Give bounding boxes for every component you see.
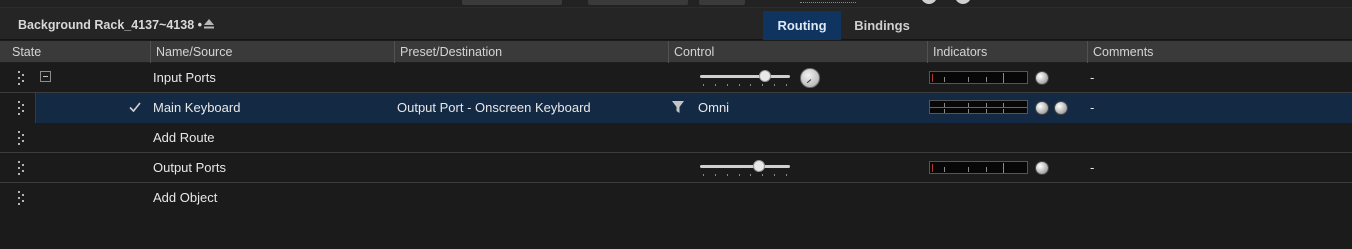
volume-knob[interactable] (800, 68, 820, 88)
drag-handle-icon[interactable] (18, 161, 26, 175)
rack-title: Background Rack_4137~4138 • (18, 18, 202, 32)
row-destination[interactable]: Output Port - Onscreen Keyboard (397, 93, 591, 123)
drag-handle-icon[interactable] (18, 101, 26, 115)
toolbar-button[interactable] (699, 0, 745, 5)
tab-routing[interactable]: Routing (763, 11, 841, 40)
add-route-button[interactable]: Add Route (153, 123, 214, 153)
column-header-control[interactable]: Control (668, 41, 927, 63)
row-control-channel[interactable]: Omni (698, 93, 729, 123)
row-name: Output Ports (153, 160, 226, 175)
row-comment[interactable]: - (1090, 93, 1094, 123)
column-header-name-source[interactable]: Name/Source (150, 41, 394, 63)
collapse-icon[interactable] (40, 71, 51, 82)
filter-icon[interactable] (672, 101, 684, 114)
row-comment[interactable]: - (1090, 63, 1094, 93)
table-row-add-object[interactable]: Add Object (0, 183, 1352, 213)
toolbar-field[interactable] (462, 0, 562, 5)
eject-icon[interactable] (203, 18, 215, 30)
tab-bindings[interactable]: Bindings (843, 11, 921, 40)
column-header-comments[interactable]: Comments (1087, 41, 1352, 63)
row-name: Main Keyboard (153, 100, 241, 115)
column-header-preset-destination[interactable]: Preset/Destination (394, 41, 668, 63)
toolbar-knob[interactable] (921, 0, 937, 4)
level-meter (929, 161, 1028, 174)
column-header-row: State Name/Source Preset/Destination Con… (0, 41, 1352, 63)
column-header-indicators[interactable]: Indicators (927, 41, 1087, 63)
toolbar-tick-marks (800, 2, 856, 5)
row-comment[interactable]: - (1090, 153, 1094, 183)
rack-title-bar: Background Rack_4137~4138 • Routing Bind… (0, 8, 1352, 40)
activity-led (1055, 102, 1067, 114)
column-header-state[interactable]: State (0, 41, 150, 63)
toolbar-knob[interactable] (955, 0, 971, 4)
top-toolbar-clipped (0, 0, 1352, 8)
activity-led (1036, 162, 1048, 174)
drag-handle-icon[interactable] (18, 71, 26, 85)
toolbar-field[interactable] (588, 0, 688, 5)
level-meter (929, 100, 1028, 114)
activity-led (1036, 102, 1048, 114)
activity-led (1036, 72, 1048, 84)
level-meter (929, 71, 1028, 84)
table-row-add-route[interactable]: Add Route (0, 123, 1352, 153)
table-row-input-ports[interactable]: Input Ports - (0, 63, 1352, 93)
drag-handle-icon[interactable] (18, 191, 26, 205)
volume-slider[interactable] (700, 158, 790, 178)
row-name: Input Ports (153, 70, 216, 85)
check-icon[interactable] (128, 100, 142, 114)
table-row-main-keyboard[interactable]: Main Keyboard Output Port - Onscreen Key… (0, 93, 1352, 123)
add-object-button[interactable]: Add Object (153, 183, 217, 213)
volume-slider[interactable] (700, 68, 790, 88)
drag-handle-icon[interactable] (18, 131, 26, 145)
table-row-output-ports[interactable]: Output Ports - (0, 153, 1352, 183)
